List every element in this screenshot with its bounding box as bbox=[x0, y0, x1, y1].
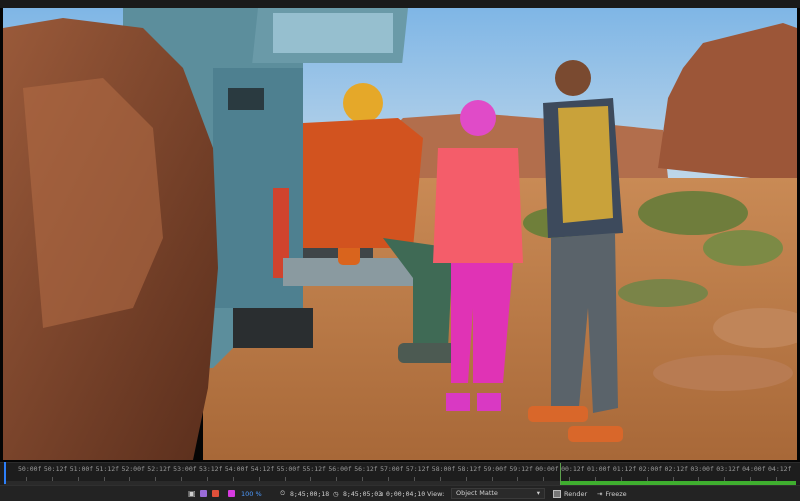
current-time-indicator[interactable] bbox=[4, 462, 6, 484]
ruler-tick-mark bbox=[439, 477, 441, 481]
ruler-tick-mark bbox=[776, 477, 777, 481]
ruler-tick-mark bbox=[646, 477, 648, 481]
freeze-button[interactable]: ⇥ Freeze bbox=[597, 488, 627, 499]
composition-viewer[interactable] bbox=[0, 0, 800, 462]
magenta-swatch-icon bbox=[228, 490, 235, 497]
camera-icon[interactable]: ▣ bbox=[188, 488, 196, 499]
ruler-tick-label: 50:12f bbox=[43, 465, 68, 473]
channel-swatch-magenta[interactable] bbox=[228, 488, 235, 499]
ruler-tick-mark bbox=[543, 477, 545, 481]
ruler-tick-mark bbox=[232, 477, 234, 481]
ruler-tick-mark bbox=[569, 477, 571, 481]
ruler-tick-mark bbox=[698, 477, 700, 481]
ruler-tick-label: 03:12f bbox=[716, 465, 740, 473]
ruler-tick-label: 54:00f bbox=[224, 465, 249, 473]
ruler-tick-label: 57:00f bbox=[380, 465, 404, 473]
render-checkbox[interactable]: Render bbox=[553, 488, 587, 499]
ruler-tick-mark bbox=[258, 477, 260, 481]
scene-image bbox=[3, 8, 797, 460]
ruler-tick-label: 01:12f bbox=[612, 465, 637, 473]
ruler-tick-label: 01:00f bbox=[586, 465, 611, 473]
ruler-tick-label: 04:00f bbox=[742, 465, 766, 473]
ruler-tick-label: 00:00f bbox=[535, 465, 559, 473]
ruler-tick-label: 04:12f bbox=[768, 465, 792, 473]
purple-swatch-icon bbox=[200, 490, 207, 497]
view-dropdown[interactable]: Object Matte ▾ bbox=[451, 488, 545, 499]
snapshot-icon: ⇥ bbox=[597, 489, 603, 498]
duration-display[interactable]: 0;00;04;10 bbox=[386, 488, 425, 499]
ruler-tick-mark bbox=[724, 477, 726, 481]
ruler-tick-label: 02:12f bbox=[664, 465, 689, 473]
start-time-icon: ◷ bbox=[333, 489, 339, 498]
time-ruler[interactable]: 50:00f 50:12f 51:00f 51:12f 52:00f 52:12f 53:0… bbox=[0, 462, 800, 485]
ruler-tick-mark bbox=[672, 477, 674, 481]
channel-swatch-red[interactable] bbox=[212, 488, 219, 499]
ruler-tick-mark bbox=[388, 477, 390, 481]
ruler-tick-mark bbox=[51, 477, 53, 481]
ruler-tick-mark bbox=[155, 477, 157, 481]
ruler-tick-mark bbox=[284, 477, 286, 481]
ruler-tick-mark bbox=[77, 477, 79, 481]
viewer-top-bar bbox=[0, 0, 800, 8]
ruler-tick-label: 59:00f bbox=[483, 465, 507, 473]
ruler-tick-label: 52:12f bbox=[147, 465, 171, 473]
ruler-tick-label: 56:12f bbox=[354, 465, 378, 473]
ruler-tick-label: 00:12f bbox=[561, 465, 585, 473]
view-label: View: bbox=[427, 489, 445, 498]
ruler-tick-label: 56:00f bbox=[328, 465, 352, 473]
ruler-tick-label: 53:12f bbox=[199, 465, 223, 473]
ruler-tick-label: 50:00f bbox=[18, 465, 42, 473]
ruler-tick-mark bbox=[26, 477, 27, 481]
ruler-tick-label: 02:00f bbox=[638, 465, 663, 473]
chevron-down-icon: ▾ bbox=[536, 489, 540, 497]
duration-icon: ⊿ bbox=[378, 489, 384, 498]
ruler-tick-mark bbox=[594, 477, 596, 481]
ruler-tick-label: 52:00f bbox=[121, 465, 145, 473]
ruler-tick-label: 59:12f bbox=[509, 465, 533, 473]
ruler-tick-mark bbox=[491, 477, 493, 481]
ruler-tick-label: 54:12f bbox=[250, 465, 275, 473]
ruler-tick-mark bbox=[517, 477, 519, 481]
ruler-tick-mark bbox=[310, 477, 312, 481]
ruler-tick-mark bbox=[465, 477, 467, 481]
ruler-tick-mark bbox=[103, 477, 105, 481]
ruler-tick-mark bbox=[336, 477, 338, 481]
viewer-controls-bar: ▣ 100 % ⏲ 8;45;00;18 ◷ 8;45;05;03 ⊿ 0;00… bbox=[0, 485, 800, 501]
start-time-display[interactable]: 8;45;05;03 bbox=[343, 488, 382, 499]
clock-icon: ⏲ bbox=[280, 489, 286, 497]
ruler-tick-mark bbox=[620, 477, 622, 481]
ruler-tick-mark bbox=[413, 477, 415, 481]
ruler-tick-mark bbox=[207, 477, 209, 481]
video-frame[interactable] bbox=[3, 8, 797, 460]
channel-swatch-purple[interactable] bbox=[200, 488, 207, 499]
ruler-tick-label: 57:12f bbox=[405, 465, 430, 473]
ruler-tick-label: 53:00f bbox=[173, 465, 197, 473]
view-dropdown-value: Object Matte bbox=[456, 489, 498, 497]
ruler-tick-label: 51:00f bbox=[69, 465, 94, 473]
ruler-tick-label: 51:12f bbox=[95, 465, 120, 473]
ruler-tick-mark bbox=[750, 477, 752, 481]
ruler-tick-label: 55:00f bbox=[276, 465, 301, 473]
freeze-label: Freeze bbox=[605, 489, 627, 498]
ruler-tick-label: 58:00f bbox=[431, 465, 456, 473]
render-label: Render bbox=[564, 489, 588, 498]
current-time-display[interactable]: 8;45;00;18 bbox=[290, 488, 329, 499]
ruler-tick-mark bbox=[129, 477, 131, 481]
ruler-tick-label: 55:12f bbox=[302, 465, 326, 473]
ruler-tick-mark bbox=[181, 477, 183, 481]
zoom-level[interactable]: 100 % bbox=[241, 488, 262, 499]
red-swatch-icon bbox=[212, 490, 219, 497]
ruler-tick-label: 58:12f bbox=[457, 465, 482, 473]
checkbox-icon bbox=[553, 489, 561, 498]
ruler-tick-label: 03:00f bbox=[690, 465, 714, 473]
ruler-tick-mark bbox=[362, 477, 364, 481]
